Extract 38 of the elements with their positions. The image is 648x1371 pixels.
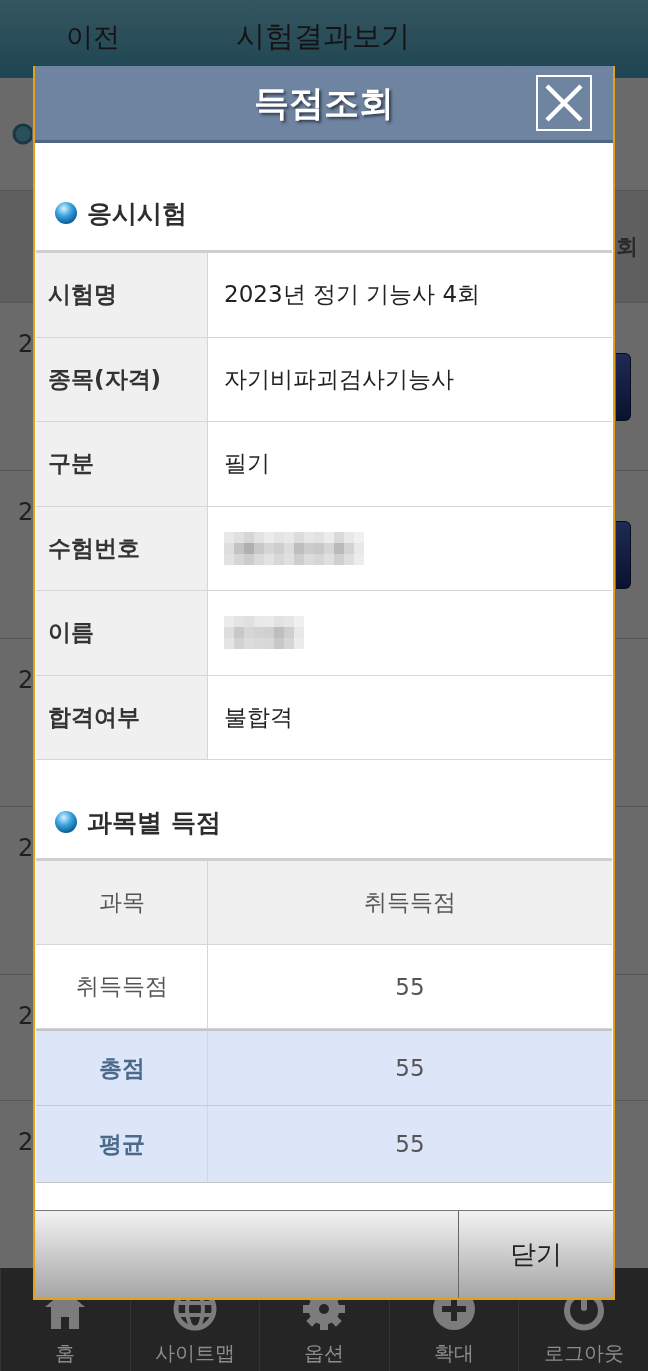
bullet-icon	[12, 123, 32, 145]
row-label: 구분	[36, 422, 208, 506]
nav-label[interactable]: 로그아웃	[543, 1342, 624, 1364]
nav-label[interactable]: 사이트맵	[154, 1342, 235, 1364]
nav-label[interactable]: 홈	[55, 1342, 76, 1364]
table-cell: 2	[18, 1002, 34, 1030]
table-cell: 2	[18, 834, 34, 862]
row-label: 총점	[36, 1031, 208, 1105]
row-label: 시험명	[36, 253, 208, 337]
table-cell-text: 55	[394, 1054, 426, 1083]
row-label: 취득득점	[36, 945, 208, 1028]
row-value: 필기	[223, 449, 271, 479]
row-label: 평균	[36, 1106, 208, 1182]
table-cell-text: 55	[394, 1130, 426, 1159]
nav-label[interactable]: 옵션	[304, 1342, 345, 1364]
row-value: 불합격	[223, 702, 294, 732]
dialog-title: 득점조회	[254, 81, 394, 125]
row-value: 자기비파괴검사기능사	[223, 364, 455, 394]
column-header: 과목	[36, 861, 208, 944]
bullet-icon	[55, 811, 77, 833]
table-cell: 2	[18, 666, 34, 694]
bullet-icon	[55, 202, 77, 224]
row-label: 수험번호	[36, 506, 208, 590]
section-heading: 과목별 득점	[87, 806, 221, 839]
row-label: 합격여부	[36, 675, 208, 759]
table-cell: 2	[18, 330, 34, 358]
nav-label[interactable]: 확대	[434, 1342, 475, 1364]
table-cell-text: 55	[394, 972, 426, 1002]
page-title: 시험결과보기	[236, 18, 410, 55]
table-cell: 2	[18, 498, 34, 526]
close-button[interactable]	[536, 75, 592, 131]
row-label: 종목(자격)	[36, 337, 208, 421]
table-cell: 2	[18, 1128, 34, 1156]
close-icon	[544, 83, 584, 123]
section-heading: 응시시험	[87, 197, 187, 230]
column-header: 취득득점	[363, 888, 457, 917]
row-value: 2023년 정기 기능사 4회	[223, 280, 482, 310]
row-label: 이름	[36, 591, 208, 675]
